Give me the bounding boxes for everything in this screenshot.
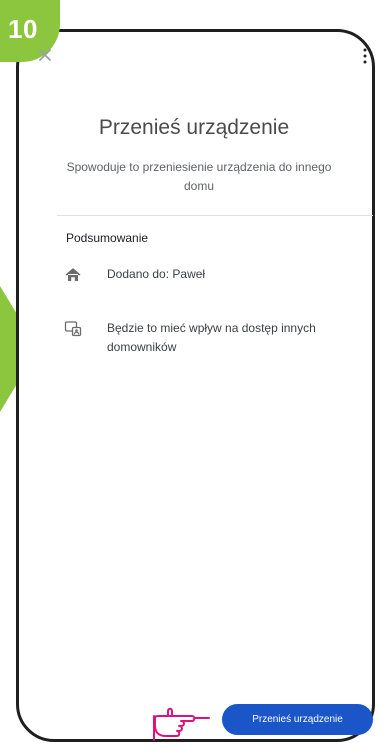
section-divider (57, 215, 373, 216)
page-subtitle: Spowoduje to przeniesienie urządzenia do… (66, 160, 332, 193)
move-device-button[interactable]: Przenieś urządzenie (222, 704, 373, 735)
home-icon (65, 268, 81, 281)
members-icon (64, 321, 82, 337)
pointing-hand-icon (153, 707, 210, 741)
summary-heading: Podsumowanie (66, 231, 149, 245)
page-title: Przenieś urządzenie (98, 116, 290, 139)
summary-item-home-text: Dodano do: Paweł (107, 267, 206, 281)
tutorial-frame: 10 Przenieś urządzenie Spowoduje to prze… (0, 0, 388, 756)
more-vertical-icon[interactable] (360, 47, 370, 65)
summary-item-members: Będzie to mieć wpływ na dostęp innych do… (64, 319, 362, 357)
summary-item-members-text: Będzie to mieć wpływ na dostęp innych do… (107, 321, 316, 354)
step-number: 10 (8, 14, 38, 44)
close-icon[interactable] (36, 46, 54, 64)
summary-item-home: Dodano do: Paweł (64, 265, 362, 284)
